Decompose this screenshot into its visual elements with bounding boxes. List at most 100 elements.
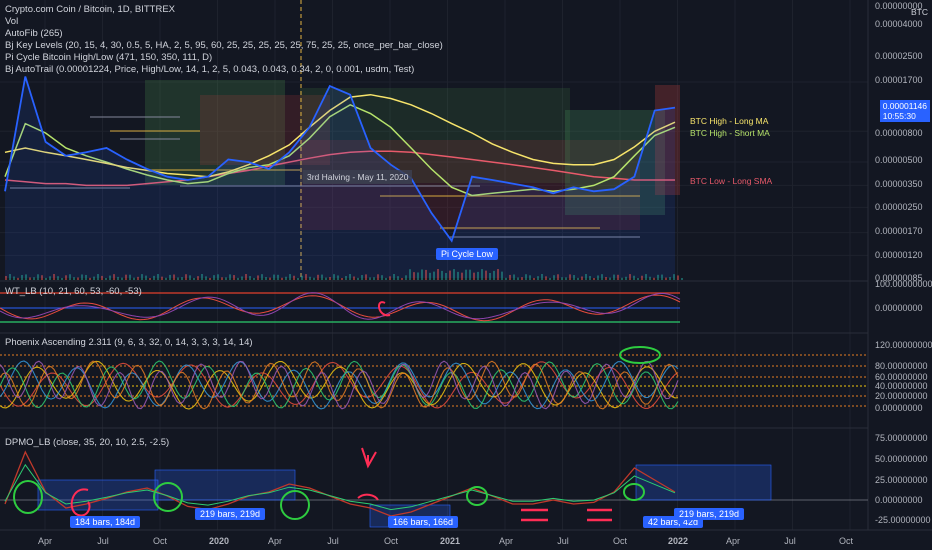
- volume-bar: [477, 271, 479, 280]
- volume-bar: [141, 274, 143, 280]
- volume-bar: [5, 276, 7, 280]
- volume-bar: [457, 271, 459, 280]
- volume-bar: [217, 274, 219, 280]
- volume-bar: [613, 274, 615, 280]
- time-axis: Apr Jul Oct 2020 Apr Jul Oct 2021 Apr Jul Oct 2022 A…: [38, 536, 854, 546]
- volume-bar: [357, 277, 359, 280]
- indicator-key-levels[interactable]: Bj Key Levels (20, 15, 4, 30, 0.5, 5, HA…: [5, 40, 443, 52]
- price-axis: 0.00000000 0.00004000 0.00002500 0.00001700…: [875, 1, 932, 525]
- volume-bar: [445, 272, 447, 280]
- volume-bar: [637, 277, 639, 280]
- volume-bar: [65, 275, 67, 280]
- time-tick: Apr: [38, 536, 52, 546]
- volume-bar: [261, 274, 263, 280]
- volume-bar: [73, 277, 75, 280]
- volume-bar: [21, 275, 23, 280]
- volume-bar: [589, 276, 591, 280]
- phoenix-series-1: [0, 360, 679, 410]
- volume-bar: [49, 276, 51, 280]
- volume-bar: [257, 275, 259, 280]
- indicator-autofib[interactable]: AutoFib (265): [5, 28, 443, 40]
- indicator-autotrail[interactable]: Bj AutoTrail (0.00001224, Price, High/Lo…: [5, 64, 443, 76]
- volume-bar: [481, 269, 483, 280]
- volume-bar: [577, 277, 579, 280]
- volume-bar: [17, 277, 19, 280]
- dpmo-title[interactable]: DPMO_LB (close, 35, 20, 10, 2.5, -2.5): [5, 437, 169, 448]
- volume-bar: [237, 277, 239, 280]
- phoenix-tick: 0.00000000: [875, 403, 923, 413]
- volume-bar: [557, 274, 559, 280]
- red-arrow-mark: [361, 447, 377, 469]
- volume-bar: [77, 277, 79, 280]
- volume-bar: [629, 274, 631, 280]
- volume-bar: [129, 274, 131, 280]
- volume-bar: [649, 276, 651, 280]
- indicator-vol[interactable]: Vol: [5, 16, 443, 28]
- time-tick: Apr: [726, 536, 740, 546]
- volume-bar: [249, 276, 251, 280]
- wt-title[interactable]: WT_LB (10, 21, 60, 53, -60, -53): [5, 286, 142, 297]
- volume-bar: [537, 276, 539, 280]
- volume-bar: [601, 274, 603, 280]
- pi-cycle-low-badge: Pi Cycle Low: [436, 248, 499, 260]
- volume-bar: [13, 276, 15, 280]
- volume-bar: [661, 274, 663, 280]
- phoenix-series-5: [0, 360, 679, 410]
- symbol-title[interactable]: Crypto.com Coin / Bitcoin, 1D, BITTREX: [5, 4, 443, 16]
- bars-badge-5: 219 bars, 219d: [674, 508, 745, 520]
- volume-bar: [213, 275, 215, 280]
- price-tick: 0.00000500: [875, 155, 923, 165]
- volume-bar: [597, 275, 599, 280]
- time-tick: Jul: [97, 536, 109, 546]
- current-price-tag[interactable]: 0.00001146 10:55:30: [879, 100, 930, 122]
- volume-bar: [497, 269, 499, 280]
- volume-bar: [89, 277, 91, 280]
- volume-bar: [289, 274, 291, 280]
- volume-bar: [373, 277, 375, 280]
- time-tick: Oct: [613, 536, 628, 546]
- volume-bar: [277, 274, 279, 280]
- volume-bar: [393, 274, 395, 280]
- volume-bar: [549, 277, 551, 280]
- volume-bar: [229, 274, 231, 280]
- volume-bar: [189, 275, 191, 280]
- dpmo-tick: 0.00000000: [875, 495, 923, 505]
- bars-badge-2: 219 bars, 219d: [195, 508, 266, 520]
- volume-bar: [297, 277, 299, 280]
- volume-bar: [157, 274, 159, 280]
- phoenix-pane: [0, 354, 868, 410]
- volume-bar: [325, 277, 327, 280]
- volume-bar: [37, 274, 39, 280]
- volume-bar: [681, 277, 683, 280]
- volume-bar: [33, 277, 35, 280]
- price-tick: 0.00004000: [875, 19, 923, 29]
- volume-bar: [641, 275, 643, 280]
- measure-box: [37, 479, 159, 511]
- volume-bar: [169, 274, 171, 280]
- volume-bar: [9, 274, 11, 280]
- volume-bar: [533, 277, 535, 280]
- volume-bar: [337, 275, 339, 280]
- dpmo-tick: -25.00000000: [875, 515, 931, 525]
- volume-bar: [81, 274, 83, 280]
- halving-label: 3rd Halving - May 11, 2020: [303, 170, 413, 184]
- volume-bar: [321, 274, 323, 280]
- indicator-pi-cycle[interactable]: Pi Cycle Bitcoin High/Low (471, 150, 350…: [5, 52, 443, 64]
- phoenix-title[interactable]: Phoenix Ascending 2.311 (9, 6, 3, 32, 0,…: [5, 337, 253, 348]
- wt-tick: 100.00000000: [875, 279, 932, 289]
- volume-bar: [573, 275, 575, 280]
- volume-bar: [97, 274, 99, 280]
- volume-bar: [93, 276, 95, 280]
- volume-bar: [301, 275, 303, 280]
- chart-canvas[interactable]: 0.00000000 0.00004000 0.00002500 0.00001700…: [0, 0, 932, 550]
- measure-box: [635, 464, 772, 501]
- btc-high-short-label: BTC High - Short MA: [690, 128, 770, 138]
- volume-bar: [353, 276, 355, 280]
- volume-bar: [221, 277, 223, 280]
- volume-bar: [565, 277, 567, 280]
- wt-tick: 0.00000000: [875, 303, 923, 313]
- volume-bar: [525, 274, 527, 280]
- time-tick: 2022: [668, 536, 688, 546]
- volume-bar: [153, 275, 155, 280]
- phoenix-tick: 80.00000000: [875, 361, 928, 371]
